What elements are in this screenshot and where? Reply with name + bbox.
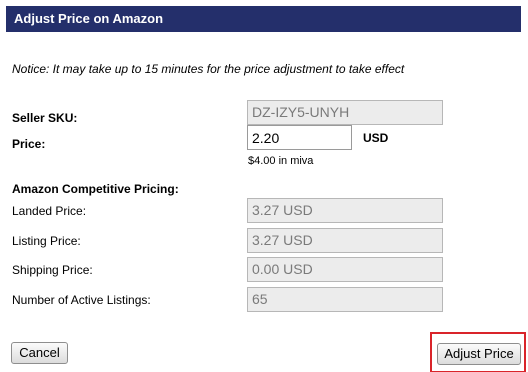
price-currency: USD (363, 131, 389, 145)
miva-price-note: $4.00 in miva (248, 155, 314, 167)
notice-text: Notice: It may take up to 15 minutes for… (12, 62, 405, 76)
adjust-price-dialog: Adjust Price on Amazon Notice: It may ta… (6, 6, 526, 372)
active-listings-field: 65 (247, 287, 443, 312)
active-listings-label: Number of Active Listings: (12, 293, 151, 307)
landed-price-label: Landed Price: (12, 204, 87, 218)
shipping-price-label: Shipping Price: (12, 263, 93, 277)
listing-price-label: Listing Price: (12, 234, 81, 248)
competitive-pricing-heading: Amazon Competitive Pricing: (12, 182, 179, 196)
adjust-price-highlight: Adjust Price (430, 332, 526, 372)
seller-sku-field: DZ-IZY5-UNYH (247, 100, 443, 125)
listing-price-field: 3.27 USD (247, 228, 443, 253)
adjust-price-button[interactable]: Adjust Price (437, 343, 521, 365)
landed-price-field: 3.27 USD (247, 198, 443, 223)
dialog-title: Adjust Price on Amazon (6, 6, 521, 32)
price-input[interactable] (247, 125, 352, 150)
cancel-button[interactable]: Cancel (11, 342, 68, 364)
price-label: Price: (12, 137, 46, 151)
shipping-price-field: 0.00 USD (247, 257, 443, 282)
seller-sku-label: Seller SKU: (12, 111, 78, 125)
